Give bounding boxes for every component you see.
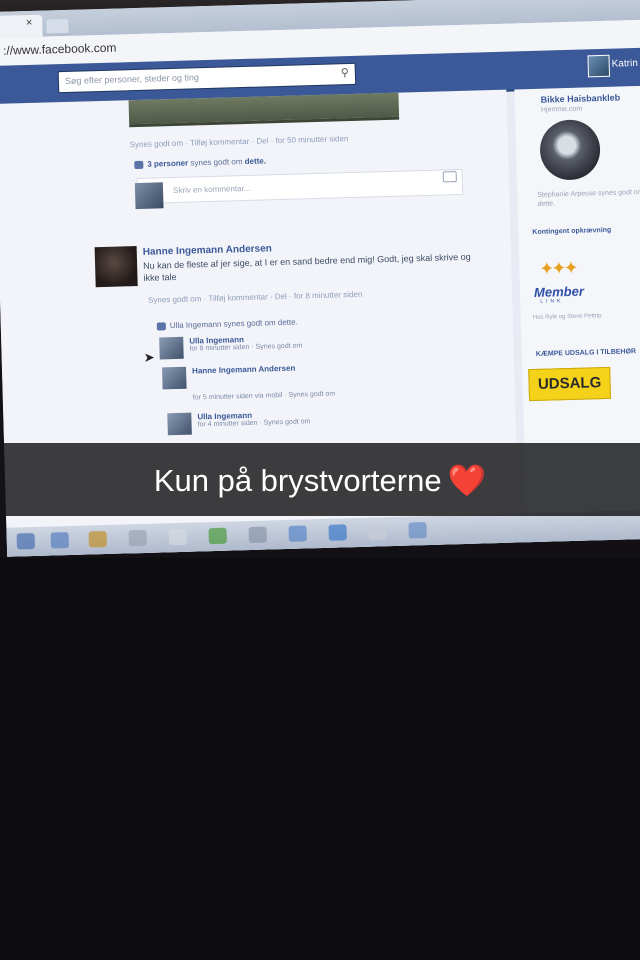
avatar[interactable]	[539, 119, 601, 181]
snap-caption: Kun på brystvorterne ❤️	[0, 462, 640, 499]
snap-caption-text: Kun på brystvorterne	[153, 463, 442, 498]
new-tab-button[interactable]	[46, 18, 69, 34]
taskbar-app-icon[interactable]	[208, 527, 227, 545]
user-name-link[interactable]: Katrin	[612, 58, 638, 70]
list-item: Ulla Ingemann for 4 minutter siden · Syn…	[167, 411, 311, 436]
ad-caption: Hos Ryle og Steve Pettrip	[532, 313, 602, 322]
sidebar-profile-name[interactable]: Bikke Haisbankleb	[541, 92, 621, 104]
mouse-cursor-icon: ➤	[143, 349, 155, 365]
search-placeholder: Søg efter personer, steder og ting	[64, 72, 200, 86]
avatar[interactable]	[587, 54, 611, 78]
sidebar-caption: Stephanie Arpesse synes godt om dette.	[537, 188, 640, 208]
member-link-logo[interactable]: ✦✦✦ Member LINK	[533, 257, 590, 305]
url-text: ://www.facebook.com	[2, 40, 117, 58]
avatar[interactable]	[161, 366, 187, 390]
taskbar-app-icon[interactable]	[288, 525, 307, 542]
heart-icon: ❤️	[447, 463, 487, 498]
avatar	[134, 182, 164, 210]
avatar[interactable]	[167, 412, 192, 436]
taskbar-app-icon[interactable]	[408, 522, 427, 539]
list-item: Ulla Ingemann for 8 minutter siden · Syn…	[159, 335, 302, 360]
replies-likes[interactable]: Ulla Ingemann synes godt om dette.	[156, 317, 298, 331]
taskbar-app-icon[interactable]	[50, 532, 69, 549]
post-actions-line[interactable]: Synes godt om · Tilføj kommentar · Del ·…	[130, 134, 349, 149]
udsalg-ad-image[interactable]: UDSALG	[528, 366, 612, 402]
post-author-link[interactable]: Hanne Ingemann Andersen	[143, 243, 272, 258]
ad-heading[interactable]: Kontingent opkrævning	[532, 227, 611, 236]
taskbar-app-icon[interactable]	[168, 528, 187, 546]
likes-verb: synes godt om	[190, 157, 243, 168]
likes-target: dette.	[244, 156, 267, 167]
post-meta[interactable]: Synes godt om · Tilføj kommentar · Del ·…	[148, 290, 362, 305]
member-logo-sub: LINK	[540, 298, 564, 305]
list-item: Hanne Ingemann Andersen for 5 minutter s…	[161, 364, 335, 402]
thumbs-up-icon	[134, 160, 144, 169]
replies-likes-text: Ulla Ingemann synes godt om dette.	[169, 317, 298, 331]
search-input[interactable]: Søg efter personer, steder og ting ⚲	[57, 62, 357, 94]
likes-summary[interactable]: 3 personer synes godt om dette.	[134, 156, 266, 169]
start-icon[interactable]	[16, 533, 36, 550]
sidebar-profile-sub: Hjemme.com	[540, 105, 583, 114]
avatar[interactable]	[159, 336, 184, 360]
taskbar-app-icon[interactable]	[88, 531, 107, 548]
likes-count[interactable]: 3 personer	[147, 159, 188, 169]
post-author-avatar[interactable]	[94, 246, 138, 288]
ad-heading[interactable]: KÆMPE UDSALG I TILBEHØR	[536, 348, 637, 358]
taskbar-app-icon[interactable]	[248, 526, 267, 544]
search-icon[interactable]: ⚲	[341, 66, 349, 79]
thumbs-up-icon	[156, 322, 166, 331]
camera-icon[interactable]	[442, 171, 457, 183]
reply-author[interactable]: Hanne Ingemann Andersen	[192, 364, 295, 376]
browser-tab[interactable]: ×	[0, 14, 43, 39]
taskbar-app-icon[interactable]	[368, 523, 387, 540]
dark-background	[0, 558, 640, 960]
close-icon[interactable]: ×	[26, 17, 33, 29]
people-icon: ✦✦✦	[539, 257, 576, 279]
reply-meta: for 5 minutter siden via mobil · Synes g…	[192, 390, 336, 402]
snap-caption-bar: Kun på brystvorterne ❤️	[0, 443, 640, 516]
taskbar-app-icon[interactable]	[128, 529, 147, 547]
taskbar-app-icon[interactable]	[328, 524, 347, 541]
